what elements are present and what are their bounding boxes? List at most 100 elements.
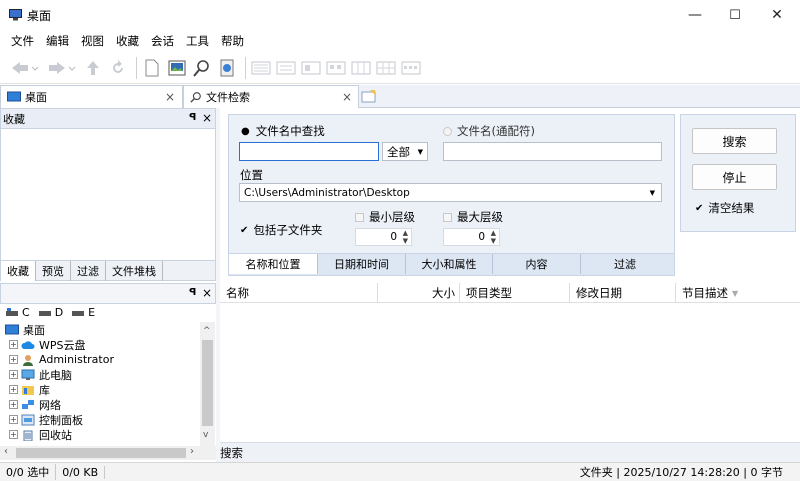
menu-session[interactable]: 会话 [145, 33, 180, 49]
drive-c[interactable]: C [22, 306, 30, 319]
subtab-size-attributes[interactable]: 大小和属性 [406, 254, 493, 274]
include-subfolders-checkbox[interactable]: ✔ 包括子文件夹 [240, 222, 322, 238]
subtab-date-time[interactable]: 日期和时间 [318, 254, 406, 274]
up-folder-icon[interactable] [82, 57, 104, 79]
results-list[interactable] [220, 303, 800, 442]
tree-horizontal-scrollbar[interactable]: ‹ › [0, 446, 216, 460]
expand-icon[interactable]: + [9, 400, 18, 409]
min-level-checkbox[interactable]: 最小层级 [355, 209, 415, 225]
back-icon[interactable] [8, 57, 42, 79]
tab-file-search[interactable]: 文件检索 × [183, 85, 359, 108]
new-file-icon[interactable] [141, 57, 163, 79]
favorites-close[interactable]: × [202, 111, 212, 125]
menu-help[interactable]: 帮助 [215, 33, 250, 49]
view-columns-icon[interactable] [350, 57, 372, 79]
view-list-icon[interactable] [275, 57, 297, 79]
desktop-icon [5, 324, 19, 334]
tree-vertical-scrollbar[interactable]: ^ v [200, 322, 215, 446]
view-details-icon[interactable] [250, 57, 272, 79]
expand-icon[interactable]: + [9, 430, 18, 439]
expand-icon[interactable]: + [9, 415, 18, 424]
left-tab-strip: 桌面 × [0, 85, 183, 108]
tree-item-library[interactable]: + 库 [0, 382, 216, 397]
tab-favorites[interactable]: 收藏 [1, 260, 36, 281]
radio-name-contains[interactable]: ● 文件名中查找 [241, 123, 325, 139]
tree-item-control-panel[interactable]: + 控制面板 [0, 412, 216, 427]
menu-file[interactable]: 文件 [5, 33, 40, 49]
image-icon[interactable] [166, 57, 188, 79]
search-icon [190, 92, 201, 103]
expand-icon[interactable]: + [9, 370, 18, 379]
tab-desktop[interactable]: 桌面 [1, 86, 182, 108]
view-thumbnails-icon[interactable] [400, 57, 422, 79]
column-description[interactable]: 节目描述 ▼ [676, 283, 800, 303]
sync-icon[interactable] [216, 57, 238, 79]
refresh-icon[interactable] [107, 57, 129, 79]
min-level-spinner[interactable]: 0 ▲ ▼ [355, 228, 412, 246]
recycle-bin-icon [23, 430, 33, 441]
menu-favorites[interactable]: 收藏 [110, 33, 145, 49]
tree-item-recycle-bin[interactable]: + 回收站 [0, 427, 216, 442]
forward-icon[interactable] [45, 57, 79, 79]
pin-icon[interactable]: ꟼ [189, 112, 196, 123]
drive-d[interactable]: D [55, 306, 63, 319]
radio-wildcard[interactable]: 文件名(通配符) [443, 123, 535, 139]
clear-results-label: 清空结果 [708, 201, 755, 215]
subtab-filter[interactable]: 过滤 [581, 254, 669, 274]
drive-e[interactable]: E [88, 306, 95, 319]
tree-item-wps-cloud[interactable]: + WPS云盘 [0, 337, 216, 352]
menu-tools[interactable]: 工具 [180, 33, 215, 49]
wildcard-input[interactable] [443, 142, 662, 161]
tab-file-search-close[interactable]: × [342, 90, 352, 104]
drive-bar: C D E [5, 305, 103, 319]
menu-view[interactable]: 视图 [75, 33, 110, 49]
close-button[interactable]: ✕ [754, 0, 800, 30]
max-level-checkbox[interactable]: 最大层级 [443, 209, 503, 225]
tree-item-this-pc[interactable]: + 此电脑 [0, 367, 216, 382]
view-icons-icon[interactable] [325, 57, 347, 79]
scope-select[interactable]: 全部 ▼ [382, 142, 428, 161]
scroll-down-icon[interactable]: v [203, 430, 208, 440]
scroll-right-icon[interactable]: › [190, 446, 194, 457]
scroll-left-icon[interactable]: ‹ [4, 446, 8, 457]
scroll-thumb[interactable] [16, 448, 186, 458]
dropdown-arrow-icon: ▼ [649, 188, 655, 197]
tab-filter[interactable]: 过滤 [71, 260, 106, 281]
filename-input[interactable] [239, 142, 379, 161]
status-bar: 0/0 选中 0/0 KB 文件夹 | 2025/10/27 14:28:20 … [0, 462, 800, 481]
column-name[interactable]: 名称 [220, 283, 378, 303]
expand-icon[interactable]: + [9, 355, 18, 364]
cloud-icon [21, 340, 35, 349]
view-tiles-icon[interactable] [300, 57, 322, 79]
column-modified[interactable]: 修改日期 [570, 283, 676, 303]
tree-item-network[interactable]: + 网络 [0, 397, 216, 412]
tab-preview[interactable]: 预览 [36, 260, 71, 281]
search-icon[interactable] [191, 57, 213, 79]
subtab-content[interactable]: 内容 [493, 254, 581, 274]
spinner-arrows-icon[interactable]: ▲ ▼ [491, 229, 496, 245]
tab-desktop-close[interactable]: × [165, 90, 175, 104]
search-button[interactable]: 搜索 [692, 128, 777, 154]
new-tab-icon[interactable] [361, 89, 377, 103]
scroll-up-icon[interactable]: ^ [203, 326, 211, 336]
menu-edit[interactable]: 编辑 [40, 33, 75, 49]
maximize-button[interactable]: ☐ [712, 0, 758, 30]
column-size[interactable]: 大小 [378, 283, 460, 303]
scroll-thumb[interactable] [202, 340, 213, 426]
column-type[interactable]: 项目类型 [460, 283, 570, 303]
view-grid-icon[interactable] [375, 57, 397, 79]
tree-item-desktop[interactable]: 桌面 [0, 322, 216, 337]
location-select[interactable]: C:\Users\Administrator\Desktop ▼ [239, 183, 662, 202]
tree-item-administrator[interactable]: + Administrator [0, 352, 216, 367]
pin-icon[interactable]: ꟼ [189, 287, 196, 298]
pane-splitter[interactable] [216, 108, 220, 462]
stop-button[interactable]: 停止 [692, 164, 777, 190]
max-level-spinner[interactable]: 0 ▲ ▼ [443, 228, 500, 246]
tab-file-stack[interactable]: 文件堆栈 [106, 260, 163, 281]
spinner-arrows-icon[interactable]: ▲ ▼ [403, 229, 408, 245]
clear-results-checkbox[interactable]: ✔ 清空结果 [695, 200, 754, 216]
expand-icon[interactable]: + [9, 340, 18, 349]
subtab-name-location[interactable]: 名称和位置 [229, 254, 318, 274]
expand-icon[interactable]: + [9, 385, 18, 394]
tree-close[interactable]: × [202, 286, 212, 300]
